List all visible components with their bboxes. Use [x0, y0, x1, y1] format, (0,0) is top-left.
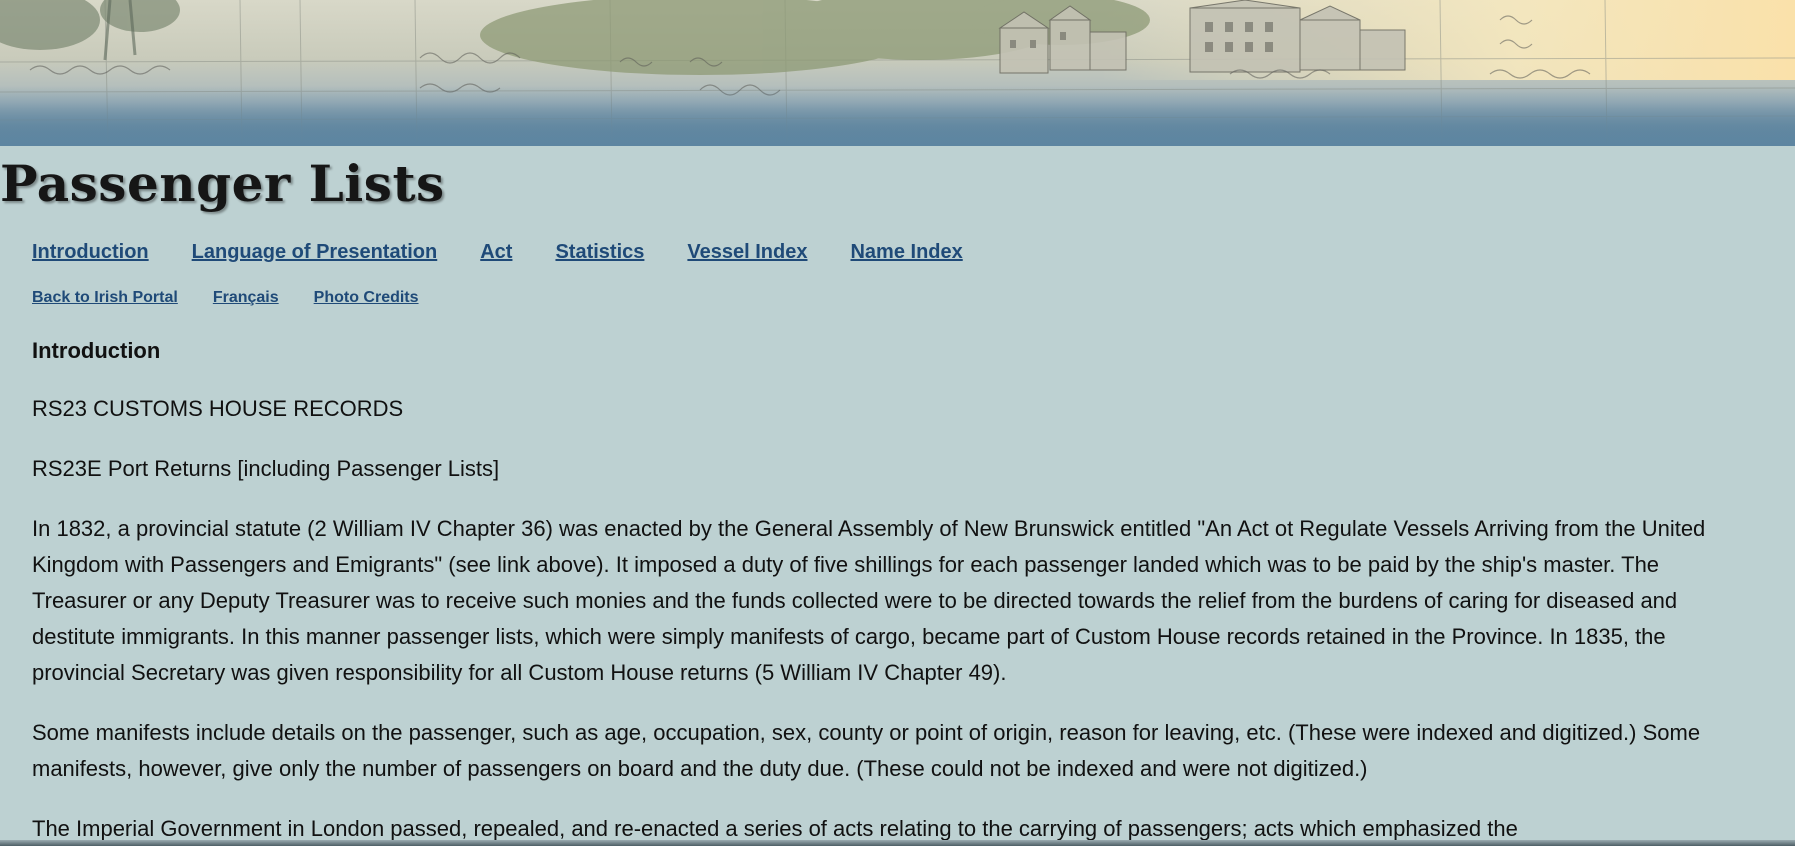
primary-nav: Introduction Language of Presentation Ac… — [32, 241, 1006, 264]
nav-link-language-of-presentation[interactable]: Language of Presentation — [192, 241, 438, 264]
banner-fade — [0, 86, 1795, 146]
nav-link-name-index[interactable]: Name Index — [850, 241, 962, 264]
section-heading: Introduction — [32, 338, 161, 363]
header-banner — [0, 0, 1795, 146]
intro-paragraph-1: In 1832, a provincial statute (2 William… — [32, 516, 1706, 685]
nav-link-act[interactable]: Act — [480, 241, 512, 264]
nav-link-back-to-irish-portal[interactable]: Back to Irish Portal — [32, 289, 178, 307]
nav-link-statistics[interactable]: Statistics — [555, 241, 644, 264]
record-series-title: RS23E Port Returns [including Passenger … — [32, 456, 500, 481]
nav-link-vessel-index[interactable]: Vessel Index — [687, 241, 807, 264]
nav-link-francais[interactable]: Français — [213, 289, 279, 307]
window-bottom-edge — [0, 840, 1795, 846]
page-title: Passenger Lists — [0, 154, 445, 213]
main-content: Introduction RS23 CUSTOMS HOUSE RECORDS … — [32, 337, 1752, 841]
nav-link-introduction[interactable]: Introduction — [32, 241, 149, 264]
intro-paragraph-2: Some manifests include details on the pa… — [32, 720, 1701, 781]
record-group-title: RS23 CUSTOMS HOUSE RECORDS — [32, 396, 404, 421]
secondary-nav: Back to Irish Portal Français Photo Cred… — [32, 289, 454, 307]
nav-link-photo-credits[interactable]: Photo Credits — [314, 289, 419, 307]
